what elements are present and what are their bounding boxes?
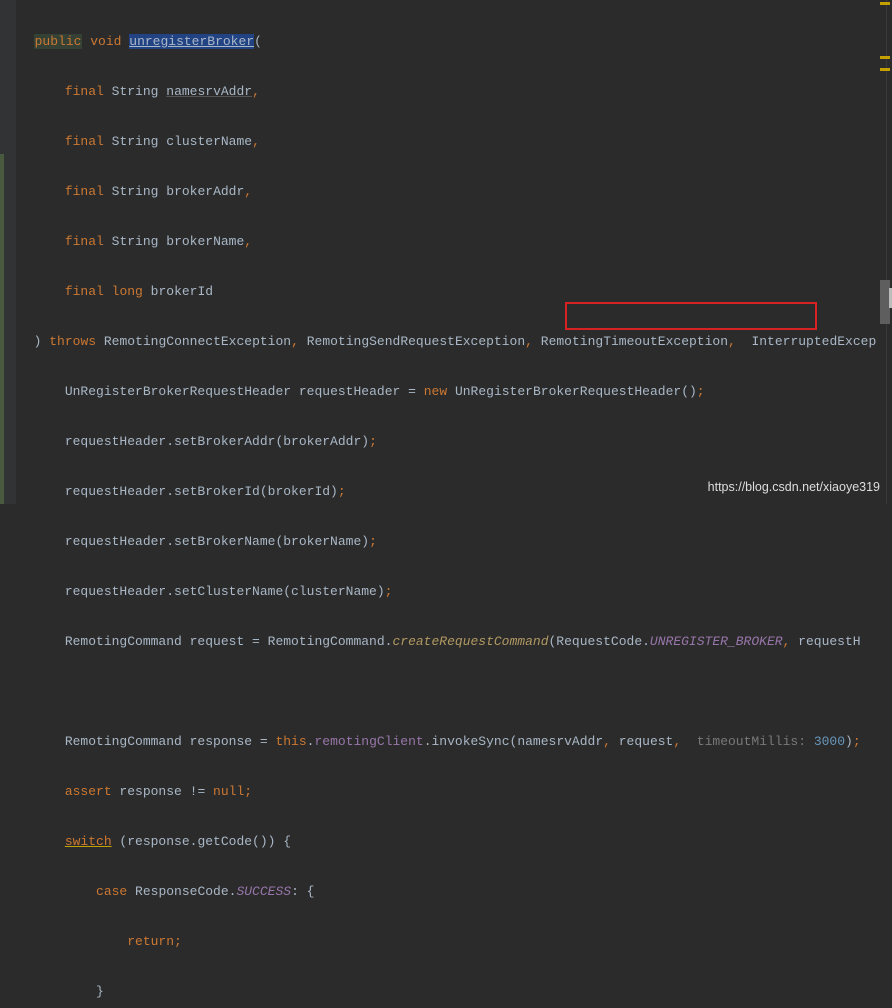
code-line[interactable] xyxy=(18,679,878,704)
code-line[interactable]: public void unregisterBroker( xyxy=(18,29,878,54)
code-line[interactable]: ) throws RemotingConnectException, Remot… xyxy=(18,329,878,354)
gutter xyxy=(0,0,16,504)
method-name[interactable]: unregisterBroker xyxy=(129,34,254,49)
code-line[interactable]: } xyxy=(18,979,878,1004)
code-line[interactable]: requestHeader.setClusterName(clusterName… xyxy=(18,579,878,604)
minimap-warning-marker[interactable] xyxy=(880,56,890,59)
code-line[interactable]: RemotingCommand response = this.remoting… xyxy=(18,729,878,754)
code-line[interactable]: final long brokerId xyxy=(18,279,878,304)
minimap-warning-marker[interactable] xyxy=(880,68,890,71)
code-line[interactable]: final String clusterName, xyxy=(18,129,878,154)
minimap-border xyxy=(886,0,887,504)
code-line[interactable]: RemotingCommand request = RemotingComman… xyxy=(18,629,878,654)
minimap-warning-marker[interactable] xyxy=(880,2,890,5)
keyword-public: public xyxy=(34,34,83,49)
change-marker xyxy=(0,154,4,504)
minimap[interactable] xyxy=(878,0,892,504)
code-line[interactable]: switch (response.getCode()) { xyxy=(18,829,878,854)
code-line[interactable]: UnRegisterBrokerRequestHeader requestHea… xyxy=(18,379,878,404)
inlay-hint: timeoutMillis: xyxy=(681,734,814,749)
code-line[interactable]: final String brokerName, xyxy=(18,229,878,254)
code-line[interactable]: return; xyxy=(18,929,878,954)
code-line[interactable]: final String brokerAddr, xyxy=(18,179,878,204)
code-line[interactable]: requestHeader.setBrokerAddr(brokerAddr); xyxy=(18,429,878,454)
enum-unregister-broker: UNREGISTER_BROKER xyxy=(650,634,783,649)
code-line[interactable]: requestHeader.setBrokerName(brokerName); xyxy=(18,529,878,554)
code-line[interactable]: final String namesrvAddr, xyxy=(18,79,878,104)
keyword-void: void xyxy=(90,34,121,49)
code-line[interactable]: case ResponseCode.SUCCESS: { xyxy=(18,879,878,904)
code-line[interactable]: assert response != null; xyxy=(18,779,878,804)
code-editor[interactable]: public void unregisterBroker( final Stri… xyxy=(18,4,878,1008)
watermark: https://blog.csdn.net/xiaoye319 xyxy=(708,475,880,500)
